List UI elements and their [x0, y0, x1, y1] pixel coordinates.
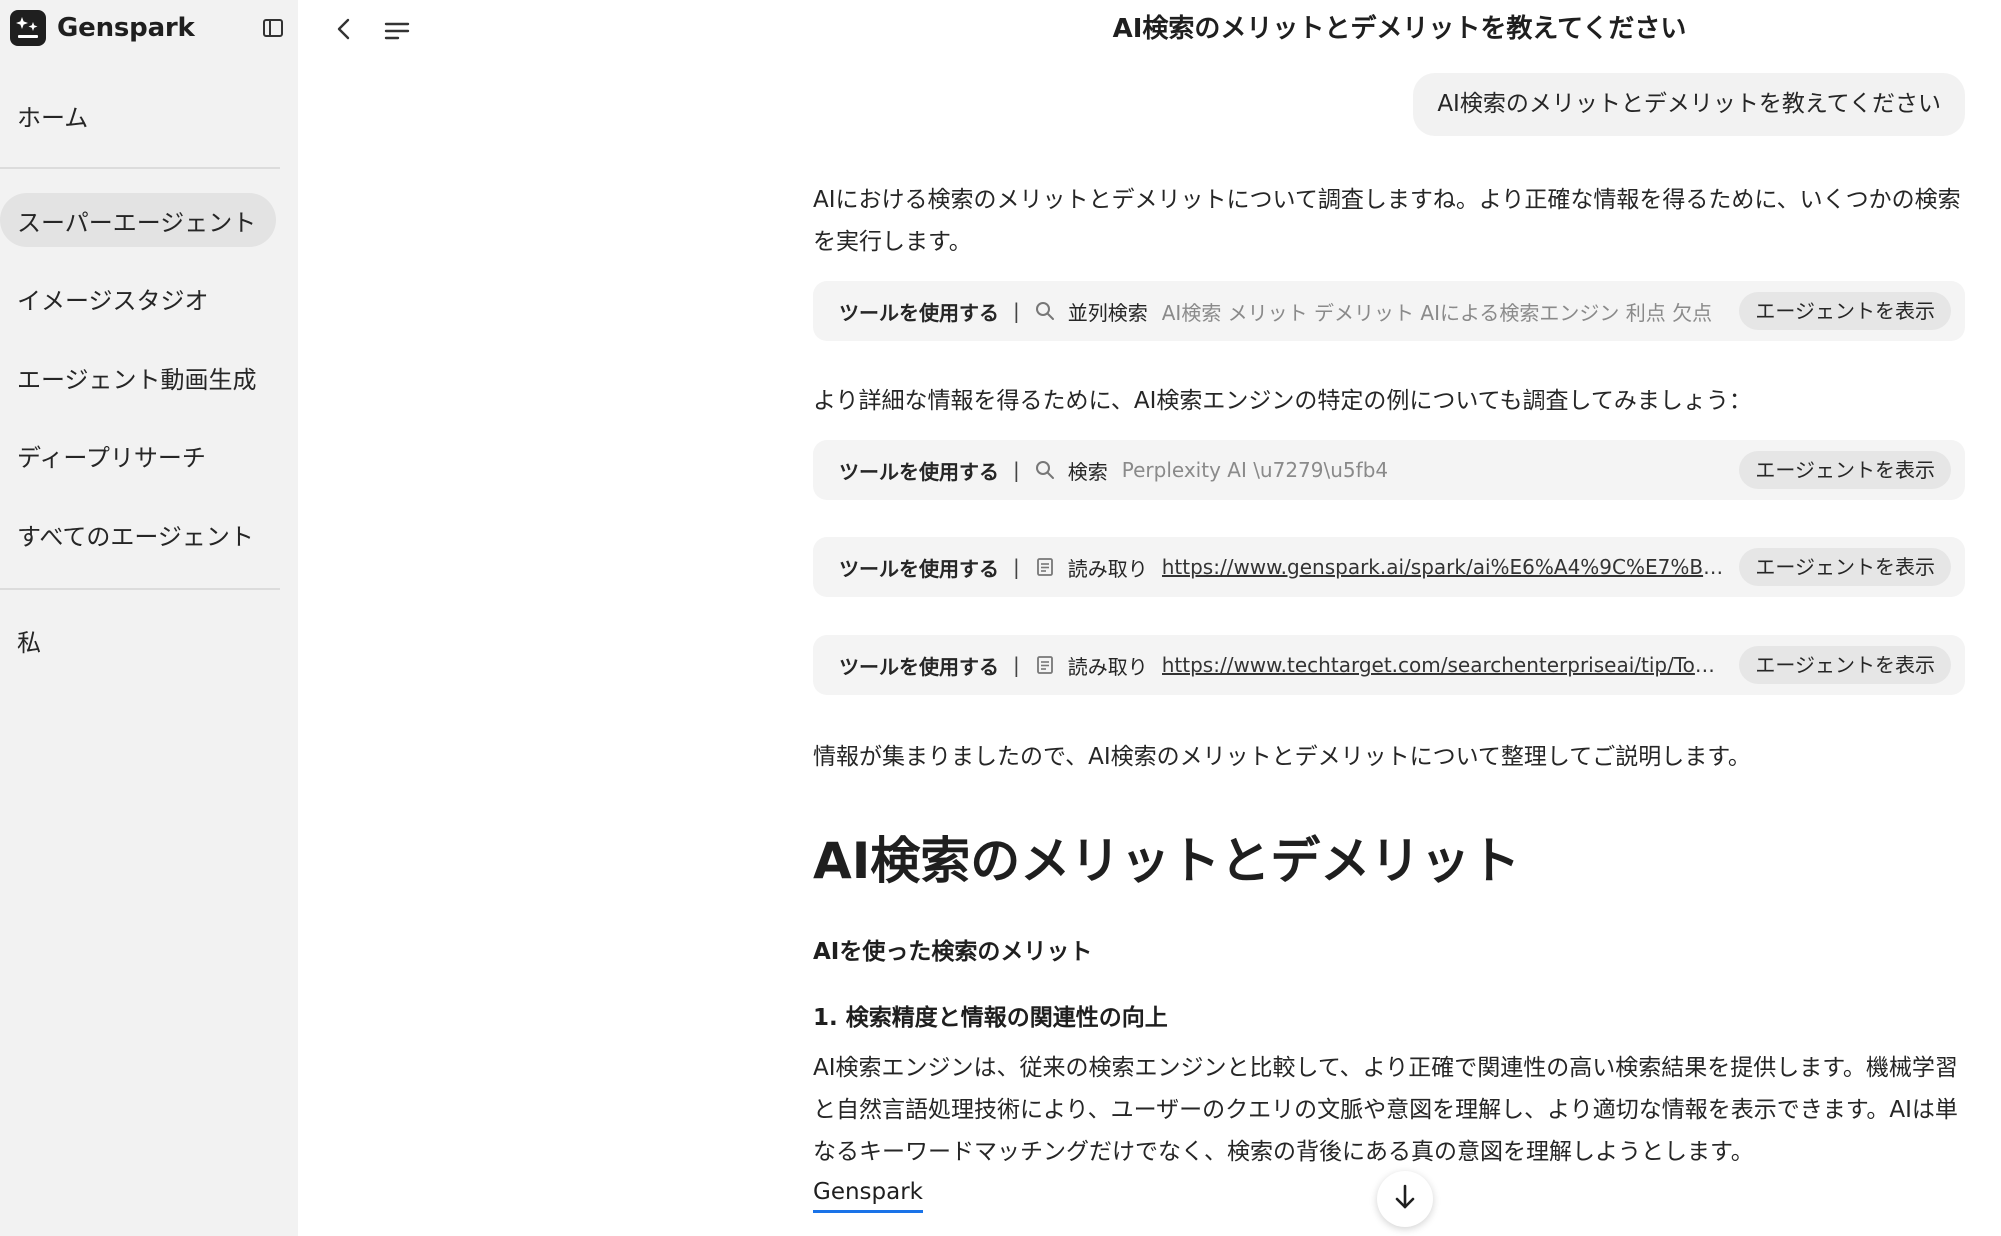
tool-call-card: ツールを使用する | 検索 Perplexity AI \u7279\u5fb4…: [813, 440, 1965, 500]
tool-call-card: ツールを使用する | 読み取り https://www.genspark.ai/…: [813, 537, 1965, 597]
brand[interactable]: Genspark: [10, 10, 195, 46]
sidebar-divider: [0, 167, 280, 169]
assistant-summary-text: 情報が集まりましたので、AI検索のメリットとデメリットについて整理してご説明しま…: [813, 744, 1751, 770]
sidebar-item-label: ホーム: [17, 103, 89, 132]
answer-heading: AI検索のメリットとデメリット: [813, 832, 1521, 890]
arrow-down-icon: [1391, 1182, 1419, 1216]
sidebar-item-image-studio[interactable]: イメージスタジオ: [0, 271, 276, 325]
genspark-logo-icon: [10, 10, 46, 46]
tool-call-card: ツールを使用する | 並列検索 AI検索 メリット デメリット AIによる検索エ…: [813, 281, 1965, 341]
tool-call-name: 読み取り: [1067, 654, 1148, 679]
tool-call-link[interactable]: https://www.genspark.ai/spark/ai%E6%A4%9…: [1162, 555, 1728, 579]
sidebar-item-label: エージェント動画生成: [17, 365, 257, 394]
sidebar-item-me[interactable]: 私: [0, 613, 276, 667]
answer-subheading: AIを使った検索のメリット: [813, 939, 1093, 965]
tool-call-query: Perplexity AI \u7279\u5fb4: [1121, 458, 1389, 482]
sidebar-item-label: 私: [17, 628, 41, 657]
sidebar-item-all-agents[interactable]: すべてのエージェント: [0, 507, 276, 561]
sidebar-item-agent-video[interactable]: エージェント動画生成: [0, 350, 276, 404]
tool-call-query: AI検索 メリット デメリット AIによる検索エンジン 利点 欠点: [1161, 300, 1713, 325]
assistant-followup-text: より詳細な情報を得るために、AI検索エンジンの特定の例についても調査してみましょ…: [813, 388, 1752, 414]
tool-call-label: ツールを使用する: [839, 459, 999, 484]
user-message-bubble: AI検索のメリットとデメリットを教えてください: [1413, 73, 1965, 136]
sidebar-item-super-agent[interactable]: スーパーエージェント: [0, 193, 276, 247]
tool-call-separator: |: [1013, 653, 1020, 677]
assistant-intro-text: AIにおける検索のメリットとデメリットについて調査しますね。より正確な情報を得る…: [813, 187, 1961, 255]
tool-call-separator: |: [1013, 458, 1020, 482]
view-agent-button[interactable]: エージェントを表示: [1739, 646, 1951, 684]
sidebar-item-label: すべてのエージェント: [17, 522, 254, 551]
search-icon: [1034, 459, 1056, 481]
back-arrow-icon[interactable]: [330, 15, 358, 43]
sidebar-item-label: イメージスタジオ: [17, 286, 209, 315]
sidebar-item-label: スーパーエージェント: [17, 208, 257, 237]
sidebar-collapse-icon[interactable]: [261, 16, 285, 40]
tool-call-separator: |: [1013, 299, 1020, 323]
tool-call-label: ツールを使用する: [839, 300, 999, 325]
citation-link[interactable]: Genspark: [813, 1174, 924, 1213]
tool-call-name: 読み取り: [1067, 556, 1148, 581]
view-agent-button[interactable]: エージェントを表示: [1739, 292, 1951, 330]
view-agent-button[interactable]: エージェントを表示: [1739, 548, 1951, 586]
answer-item-title: 1. 検索精度と情報の関連性の向上: [813, 1005, 1168, 1031]
tool-call-link[interactable]: https://www.techtarget.com/searchenterpr…: [1162, 653, 1728, 677]
brand-name: Genspark: [57, 13, 195, 43]
tool-call-separator: |: [1013, 555, 1020, 579]
page-title: AI検索のメリットとデメリットを教えてください: [1112, 14, 1687, 44]
search-icon: [1034, 300, 1056, 322]
sidebar-item-label: ディープリサーチ: [17, 443, 206, 472]
tool-call-label: ツールを使用する: [839, 654, 999, 679]
tool-call-name: 並列検索: [1067, 300, 1148, 325]
sidebar-item-home[interactable]: ホーム: [0, 88, 276, 142]
sidebar: Genspark ホーム スーパーエージェント イメージスタジオ エージェント動…: [0, 0, 298, 1236]
tool-call-card: ツールを使用する | 読み取り https://www.techtarget.c…: [813, 635, 1965, 695]
scroll-down-button[interactable]: [1377, 1171, 1433, 1227]
answer-item-body: AI検索エンジンは、従来の検索エンジンと比較して、より正確で関連性の高い検索結果…: [813, 1055, 1958, 1165]
tool-call-label: ツールを使用する: [839, 556, 999, 581]
document-icon: [1034, 556, 1056, 578]
sidebar-item-deep-research[interactable]: ディープリサーチ: [0, 428, 276, 482]
document-icon: [1034, 654, 1056, 676]
view-agent-button[interactable]: エージェントを表示: [1739, 451, 1951, 489]
tool-call-name: 検索: [1067, 459, 1108, 484]
sidebar-divider: [0, 588, 280, 590]
menu-icon[interactable]: [383, 16, 411, 44]
